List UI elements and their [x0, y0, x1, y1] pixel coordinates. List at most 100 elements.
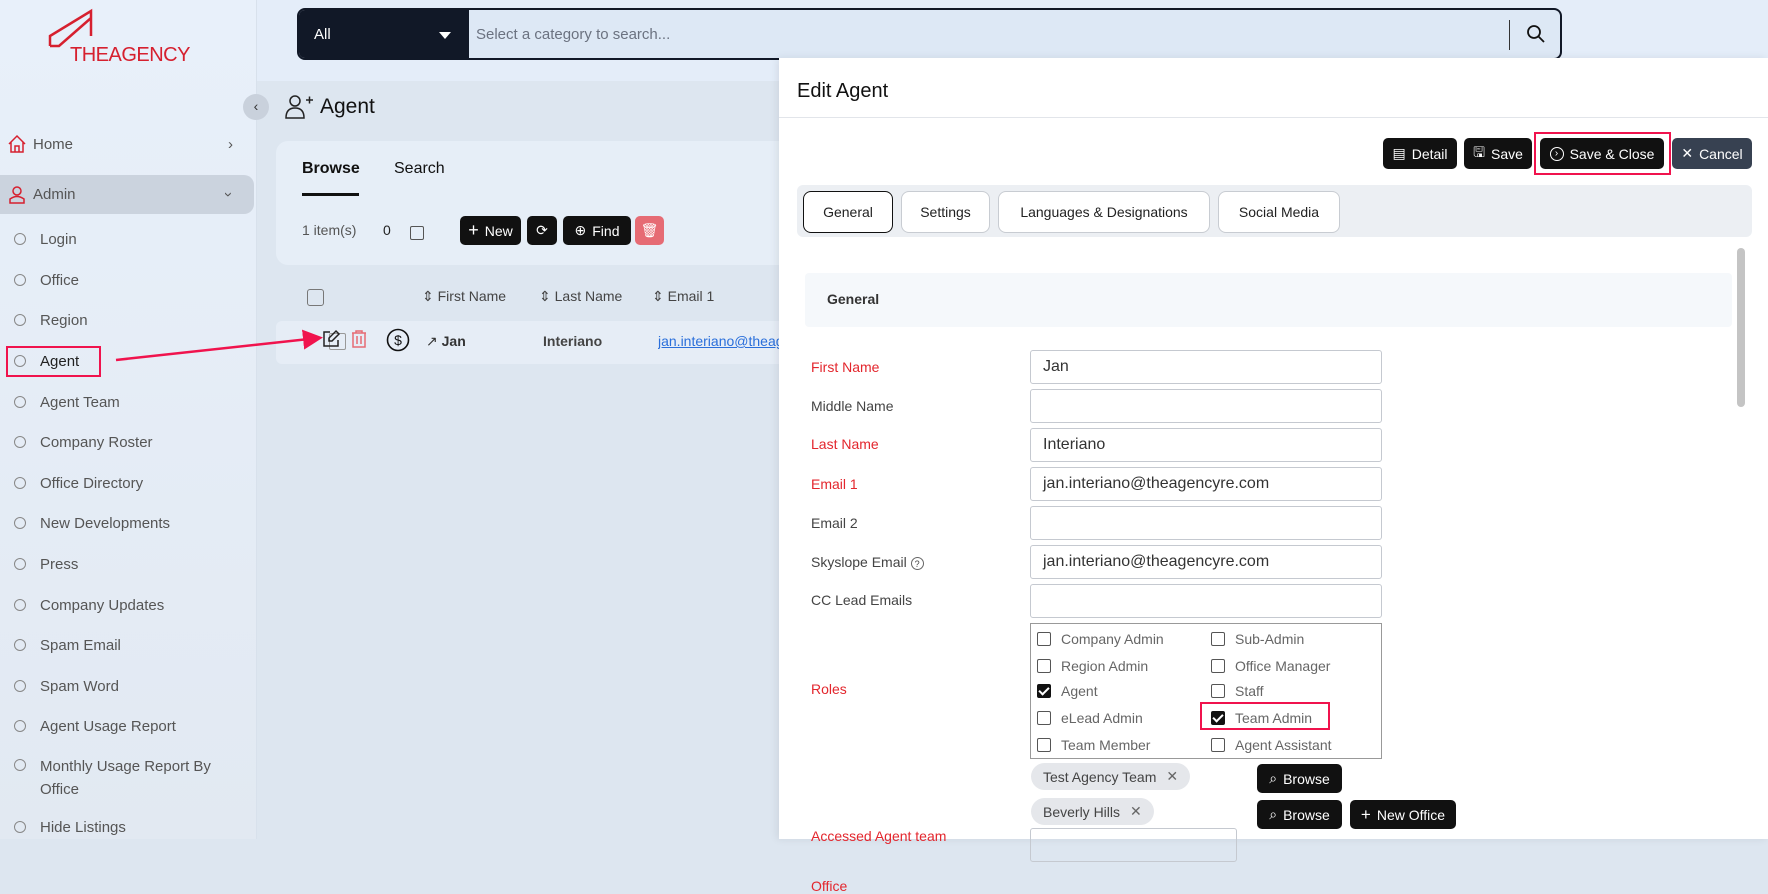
page-title: Agent — [320, 95, 375, 118]
sidebar-item-company-roster[interactable]: Company Roster — [0, 423, 257, 461]
roles-box: Company Admin Sub-Admin Region Admin Off… — [1030, 623, 1382, 759]
role-elead-admin[interactable]: eLead Admin — [1037, 710, 1143, 726]
sidebar-item-monthly-usage-report[interactable]: Monthly Usage Report By Office — [0, 755, 257, 801]
sidebar-item-hide-listings[interactable]: Hide Listings — [0, 808, 257, 846]
checkbox[interactable] — [1211, 659, 1225, 673]
field-label: Roles — [811, 681, 847, 697]
skyslope-email-input[interactable]: jan.interiano@theagencyre.com — [1030, 545, 1382, 579]
checkbox-checked[interactable] — [1037, 684, 1051, 698]
remove-icon[interactable]: ✕ — [1166, 768, 1178, 785]
search-input[interactable]: Select a category to search... — [476, 26, 670, 43]
button-label: New — [484, 222, 513, 239]
role-agent-assistant[interactable]: Agent Assistant — [1211, 737, 1332, 753]
delete-button[interactable]: 🗑 — [635, 216, 664, 245]
sidebar-item-login[interactable]: Login — [0, 220, 257, 258]
detail-button[interactable]: ▤ Detail — [1383, 138, 1457, 169]
field-label: Last Name — [811, 436, 879, 452]
first-name-input[interactable]: Jan — [1030, 350, 1382, 384]
role-team-member[interactable]: Team Member — [1037, 737, 1150, 753]
first-name-link[interactable]: ↗ Jan — [426, 333, 466, 350]
search-icon[interactable] — [1526, 24, 1546, 44]
checkbox[interactable] — [1037, 632, 1051, 646]
middle-name-input[interactable] — [1030, 389, 1382, 423]
refresh-button[interactable]: ⟳ — [527, 216, 557, 245]
dollar-icon[interactable]: $ — [386, 328, 410, 352]
tab-social-media[interactable]: Social Media — [1218, 191, 1340, 233]
tab-general[interactable]: General — [803, 191, 893, 233]
sidebar-item-label: Spam Email — [40, 636, 121, 654]
help-icon[interactable]: ? — [910, 557, 924, 570]
label-text: Skyslope Email — [811, 554, 907, 570]
role-region-admin[interactable]: Region Admin — [1037, 658, 1148, 674]
field-label: Email 1 — [811, 476, 858, 492]
sidebar-item-agent-usage-report[interactable]: Agent Usage Report — [0, 707, 257, 745]
tab-settings[interactable]: Settings — [901, 191, 990, 233]
collapse-sidebar-button[interactable]: ‹ — [243, 94, 269, 120]
checkbox[interactable] — [1211, 632, 1225, 646]
save-button[interactable]: 🖫 Save — [1464, 138, 1532, 169]
email-1-input[interactable]: jan.interiano@theagencyre.com — [1030, 467, 1382, 501]
sidebar-item-label: Home — [33, 135, 74, 153]
sidebar-item-office[interactable]: Office — [0, 261, 257, 299]
find-button[interactable]: ⊕ Find — [563, 216, 631, 245]
sidebar-item-admin[interactable]: Admin › — [0, 175, 254, 214]
role-sub-admin[interactable]: Sub-Admin — [1211, 631, 1304, 647]
role-staff[interactable]: Staff — [1211, 683, 1264, 699]
office-input[interactable] — [1030, 828, 1237, 862]
email-link[interactable]: jan.interiano@theagencyre.com — [658, 333, 779, 349]
new-office-button[interactable]: + New Office — [1350, 800, 1456, 829]
field-label: Accessed Agent team — [811, 828, 947, 844]
role-label: Team Member — [1061, 737, 1151, 753]
sidebar: THEAGENCY ‹ Home › Admin › Login Office … — [0, 0, 269, 839]
sidebar-item-home[interactable]: Home › — [0, 125, 257, 163]
sidebar-item-press[interactable]: Press — [0, 545, 257, 583]
sidebar-item-label: Press — [40, 555, 79, 573]
cancel-button[interactable]: ✕ Cancel — [1672, 138, 1752, 169]
select-all-checkbox[interactable] — [307, 289, 325, 306]
sidebar-item-spam-email[interactable]: Spam Email — [0, 626, 257, 664]
checkbox[interactable] — [1037, 711, 1051, 725]
last-name-input[interactable]: Interiano — [1030, 428, 1382, 462]
sidebar-item-spam-word[interactable]: Spam Word — [0, 667, 257, 705]
column-header-last-name[interactable]: ⇕ Last Name — [539, 288, 622, 305]
sidebar-item-new-developments[interactable]: New Developments — [0, 504, 257, 542]
divider — [779, 117, 1768, 118]
cc-lead-emails-input[interactable] — [1030, 584, 1382, 618]
sidebar-item-region[interactable]: Region — [0, 301, 257, 339]
new-button[interactable]: + New — [460, 216, 521, 245]
checkbox[interactable] — [1037, 659, 1051, 673]
close-icon: ✕ — [1681, 145, 1694, 161]
zoom-in-icon: ⊕ — [574, 222, 587, 238]
panel-title: Edit Agent — [797, 80, 889, 102]
sidebar-item-label: Monthly Usage Report By Office — [40, 758, 211, 798]
button-label: Browse — [1283, 806, 1330, 823]
sidebar-item-label: Company Updates — [40, 596, 165, 614]
field-label: Email 2 — [811, 515, 858, 531]
checkbox[interactable] — [1037, 738, 1051, 752]
sidebar-item-company-updates[interactable]: Company Updates — [0, 586, 257, 624]
column-header-first-name[interactable]: ⇕ First Name — [422, 288, 506, 305]
edit-icon[interactable] — [321, 329, 341, 349]
bullet-icon — [14, 759, 26, 771]
role-agent[interactable]: Agent — [1037, 683, 1098, 699]
select-toggle-checkbox[interactable] — [410, 226, 424, 240]
tab-search[interactable]: Search — [394, 160, 445, 178]
scrollbar[interactable] — [1737, 248, 1745, 407]
tab-browse[interactable]: Browse — [302, 160, 360, 178]
column-header-email-1[interactable]: ⇕ Email 1 — [652, 288, 714, 305]
checkbox[interactable] — [1211, 738, 1225, 752]
role-office-manager[interactable]: Office Manager — [1211, 658, 1330, 674]
sidebar-item-office-directory[interactable]: Office Directory — [0, 464, 257, 502]
trash-icon[interactable] — [350, 329, 368, 349]
browse-office-button[interactable]: ⌕ Browse — [1257, 800, 1342, 829]
role-company-admin[interactable]: Company Admin — [1037, 631, 1164, 647]
checkbox[interactable] — [1211, 684, 1225, 698]
browse-team-button[interactable]: ⌕ Browse — [1257, 764, 1342, 793]
tab-languages-designations[interactable]: Languages & Designations — [998, 191, 1210, 233]
bullet-icon — [14, 396, 26, 408]
sidebar-item-label: New Developments — [40, 514, 171, 532]
sidebar-item-agent-team[interactable]: Agent Team — [0, 383, 257, 421]
email-2-input[interactable] — [1030, 506, 1382, 540]
remove-icon[interactable]: ✕ — [1130, 803, 1142, 820]
search-category-select[interactable]: All — [299, 10, 469, 58]
